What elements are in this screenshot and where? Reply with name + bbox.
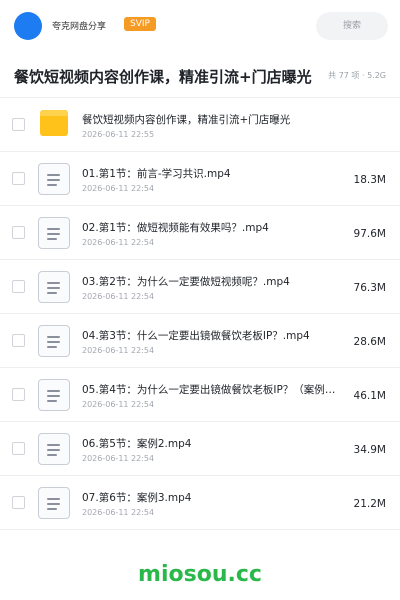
select-checkbox[interactable]: [12, 388, 25, 401]
file-size: 18.3M: [353, 174, 386, 186]
file-list: 餐饮短视频内容创作课，精准引流+门店曝光 2026-06-11 22:55 01…: [0, 98, 400, 530]
file-size: 21.2M: [353, 498, 386, 510]
list-item[interactable]: 02.第1节：做短视频能有效果吗？.mp4 2026-06-11 22:54 9…: [0, 206, 400, 260]
file-date: 2026-06-11 22:54: [82, 400, 155, 409]
select-checkbox[interactable]: [12, 334, 25, 347]
file-size: 76.3M: [353, 282, 386, 294]
file-size: 34.9M: [353, 444, 386, 456]
file-icon: [38, 163, 70, 195]
select-checkbox[interactable]: [12, 118, 25, 131]
brand-name: 夸克网盘分享: [52, 22, 107, 32]
file-size: 97.6M: [353, 228, 386, 240]
file-icon: [38, 271, 70, 303]
file-name: 06.第5节：案例2.mp4: [82, 438, 192, 450]
select-checkbox[interactable]: [12, 280, 25, 293]
list-item-folder[interactable]: 餐饮短视频内容创作课，精准引流+门店曝光 2026-06-11 22:55: [0, 98, 400, 152]
avatar[interactable]: [14, 12, 42, 40]
list-item[interactable]: 06.第5节：案例2.mp4 2026-06-11 22:54 34.9M: [0, 422, 400, 476]
file-icon: [38, 487, 70, 519]
file-name: 07.第6节：案例3.mp4: [82, 492, 192, 504]
file-icon: [38, 379, 70, 411]
list-item[interactable]: 04.第3节：什么一定要出镜做餐饮老板IP？.mp4 2026-06-11 22…: [0, 314, 400, 368]
select-checkbox[interactable]: [12, 442, 25, 455]
file-date: 2026-06-11 22:54: [82, 454, 155, 463]
file-date: 2026-06-11 22:54: [82, 292, 155, 301]
file-date: 2026-06-11 22:54: [82, 184, 155, 193]
file-name: 餐饮短视频内容创作课，精准引流+门店曝光: [82, 114, 291, 126]
file-icon: [38, 433, 70, 465]
header: 夸克网盘分享 SVIP 搜索: [0, 0, 400, 52]
file-date: 2026-06-11 22:55: [82, 130, 155, 139]
select-checkbox[interactable]: [12, 172, 25, 185]
list-item[interactable]: 03.第2节：为什么一定要做短视频呢？.mp4 2026-06-11 22:54…: [0, 260, 400, 314]
file-name: 02.第1节：做短视频能有效果吗？.mp4: [82, 222, 269, 234]
file-name: 04.第3节：什么一定要出镜做餐饮老板IP？.mp4: [82, 330, 310, 342]
share-meta: 共 77 项 · 5.2G: [328, 71, 386, 80]
file-date: 2026-06-11 22:54: [82, 508, 155, 517]
svip-badge: SVIP: [124, 17, 156, 31]
folder-icon: [40, 110, 68, 136]
select-checkbox[interactable]: [12, 496, 25, 509]
watermark: miosou.cc: [138, 562, 262, 587]
list-item[interactable]: 05.第4节：为什么一定要出镜做餐饮老板IP？（案例）.mp4 2026-06-…: [0, 368, 400, 422]
title-bar: 餐饮短视频内容创作课，精准引流+门店曝光 共 77 项 · 5.2G: [0, 52, 400, 98]
file-size: 28.6M: [353, 336, 386, 348]
file-date: 2026-06-11 22:54: [82, 238, 155, 247]
list-item[interactable]: 01.第1节：前言-学习共识.mp4 2026-06-11 22:54 18.3…: [0, 152, 400, 206]
file-name: 03.第2节：为什么一定要做短视频呢？.mp4: [82, 276, 290, 288]
list-item[interactable]: 07.第6节：案例3.mp4 2026-06-11 22:54 21.2M: [0, 476, 400, 530]
file-size: 46.1M: [353, 390, 386, 402]
search-button[interactable]: 搜索: [316, 12, 388, 40]
file-name: 05.第4节：为什么一定要出镜做餐饮老板IP？（案例）.mp4: [82, 384, 340, 396]
file-date: 2026-06-11 22:54: [82, 346, 155, 355]
file-icon: [38, 325, 70, 357]
file-name: 01.第1节：前言-学习共识.mp4: [82, 168, 231, 180]
page-title: 餐饮短视频内容创作课，精准引流+门店曝光: [14, 68, 312, 86]
file-icon: [38, 217, 70, 249]
select-checkbox[interactable]: [12, 226, 25, 239]
